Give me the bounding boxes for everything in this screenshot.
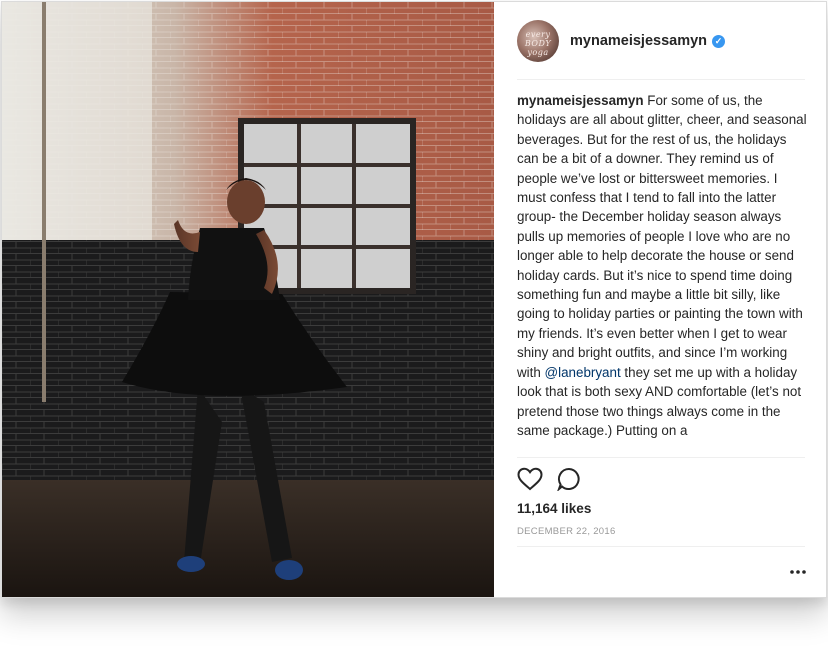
heart-icon[interactable] — [517, 467, 543, 493]
photo-image — [2, 2, 494, 597]
mention-link[interactable]: @lanebryant — [545, 365, 621, 380]
likes-count[interactable]: 11,164 likes — [517, 501, 591, 516]
comment-icon[interactable] — [556, 467, 581, 493]
post-sidebar: every BODY yoga mynameisjessamyn ✓ mynam… — [495, 2, 826, 597]
caption-text-part1: For some of us, the holidays are all abo… — [517, 93, 807, 380]
post-photo[interactable] — [2, 2, 494, 597]
avatar-logo-text: every BODY yoga — [524, 30, 552, 57]
post-caption: mynameisjessamyn For some of us, the hol… — [517, 91, 807, 455]
instagram-post-card: every BODY yoga mynameisjessamyn ✓ mynam… — [1, 1, 827, 598]
caption-username-link[interactable]: mynameisjessamyn — [517, 93, 644, 108]
more-options-icon[interactable] — [788, 565, 808, 579]
post-actions — [517, 467, 581, 493]
post-date[interactable]: DECEMBER 22, 2016 — [517, 526, 616, 537]
header-divider — [517, 79, 805, 80]
verified-badge-icon: ✓ — [712, 34, 726, 48]
post-header: every BODY yoga mynameisjessamyn ✓ — [517, 19, 805, 63]
date-divider — [517, 546, 805, 547]
profile-avatar[interactable]: every BODY yoga — [517, 20, 559, 62]
username-link[interactable]: mynameisjessamyn — [570, 33, 707, 49]
caption-divider — [517, 457, 805, 458]
